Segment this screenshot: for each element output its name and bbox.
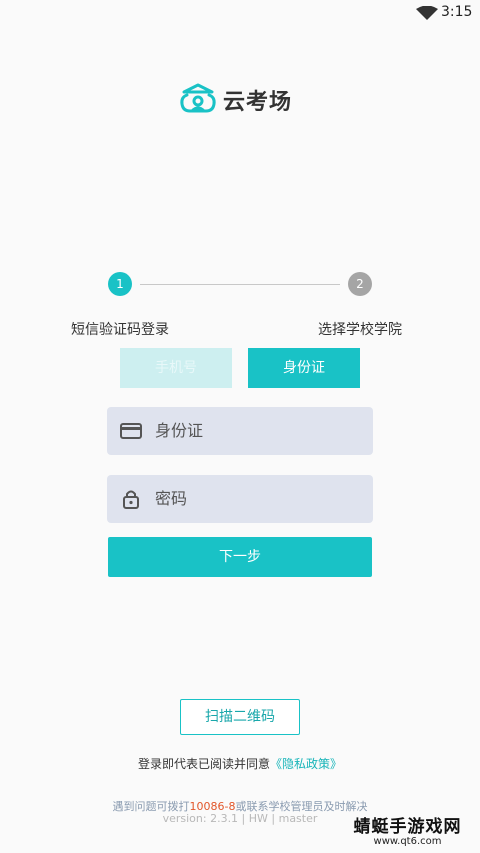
app-name: 云考场 <box>223 90 293 115</box>
cloud-exam-logo-icon <box>180 83 216 113</box>
id-card-placeholder: 身份证 <box>155 421 204 440</box>
status-time: 3:15 <box>441 4 473 20</box>
step-1-circle: 1 <box>108 272 132 296</box>
agreement-text: 登录即代表已阅读并同意《隐私政策》 <box>0 755 480 772</box>
status-bar: 3:15 <box>0 0 480 26</box>
step-2-label: 选择学校学院 <box>318 322 402 338</box>
next-step-button[interactable]: 下一步 <box>108 537 372 577</box>
watermark-url: www.qt6.com <box>373 836 442 847</box>
id-card-icon <box>120 423 142 439</box>
step-progress-line <box>140 284 340 285</box>
wifi-icon <box>416 6 438 20</box>
password-placeholder: 密码 <box>155 489 188 508</box>
scan-qr-button[interactable]: 扫描二维码 <box>180 699 300 735</box>
step-2-circle: 2 <box>348 272 372 296</box>
site-watermark: 蜻蜓手游戏网 www.qt6.com <box>340 818 475 848</box>
app-logo: 云考场 <box>179 83 292 117</box>
password-field[interactable]: 密码 <box>107 475 373 523</box>
step-1-label: 短信验证码登录 <box>71 322 169 338</box>
tab-phone-number[interactable]: 手机号 <box>120 348 232 388</box>
id-card-field[interactable]: 身份证 <box>107 407 373 455</box>
lock-icon <box>123 490 139 509</box>
watermark-title: 蜻蜓手游戏网 <box>353 817 462 837</box>
privacy-policy-link[interactable]: 《隐私政策》 <box>270 757 342 771</box>
step-indicator: 1 2 <box>108 272 372 298</box>
tab-id-card[interactable]: 身份证 <box>248 348 360 388</box>
agreement-prefix: 登录即代表已阅读并同意 <box>137 757 270 771</box>
